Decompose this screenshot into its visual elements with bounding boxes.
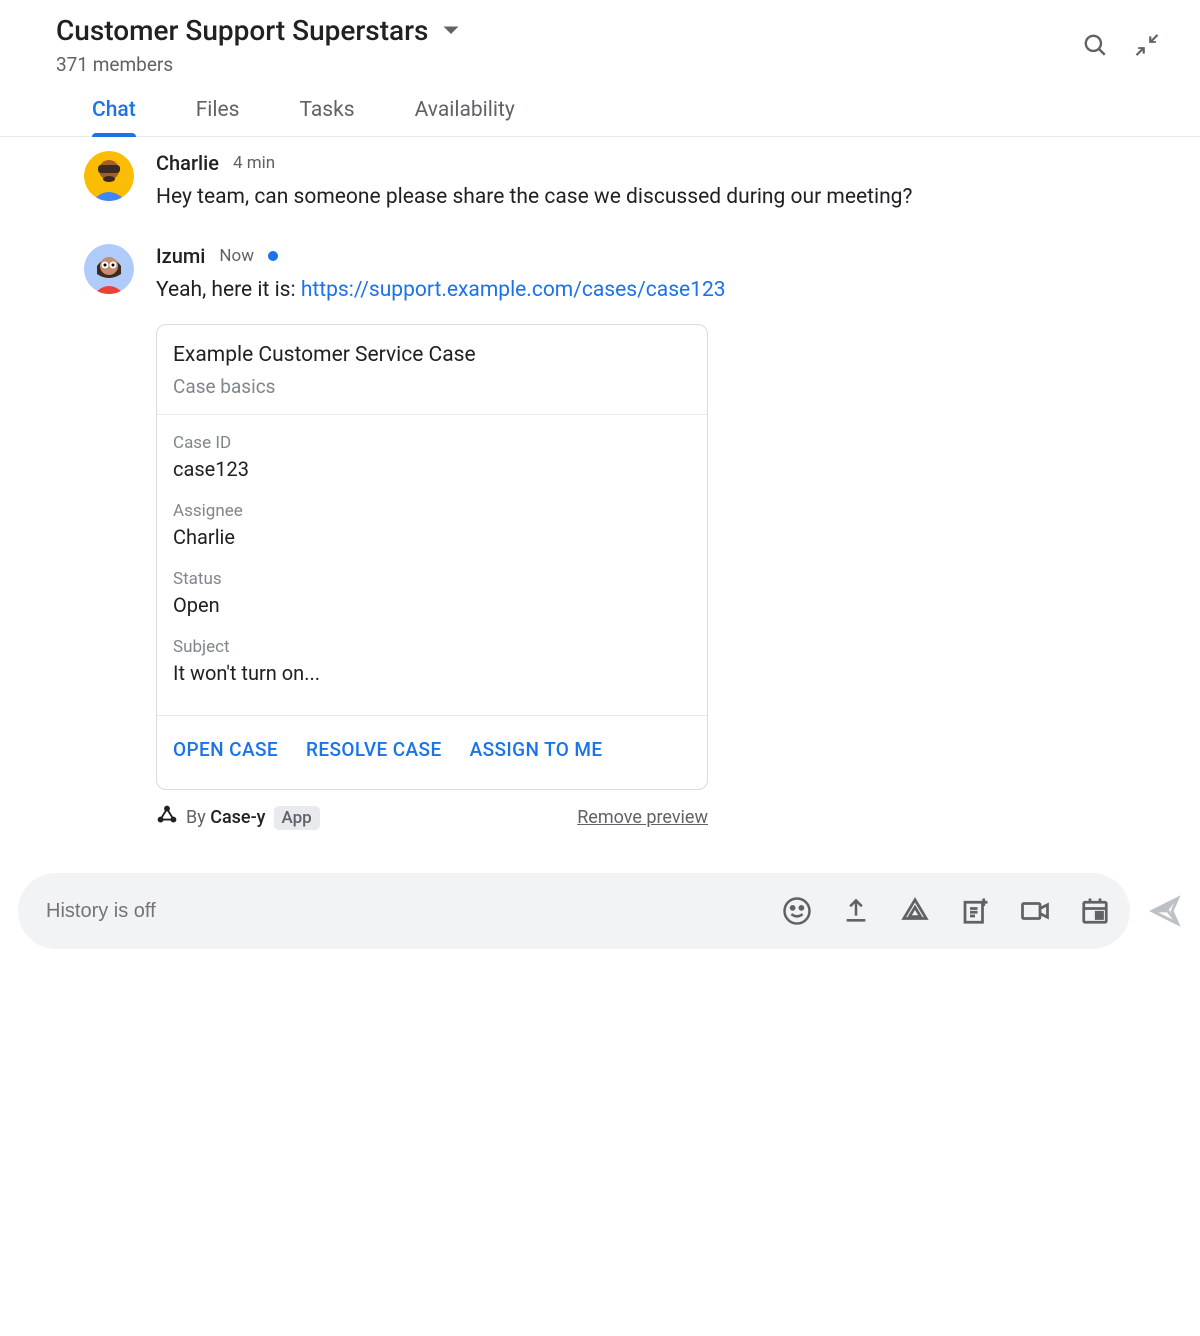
field-value: case123	[173, 457, 691, 481]
webhook-icon	[156, 804, 178, 831]
preview-by-text: By Case-y	[186, 807, 266, 828]
card-field: Assignee Charlie	[173, 501, 691, 549]
tab-chat[interactable]: Chat	[92, 98, 136, 136]
tab-availability[interactable]: Availability	[415, 98, 515, 136]
tab-files[interactable]: Files	[196, 98, 240, 136]
field-value: Charlie	[173, 525, 691, 549]
card-subtitle: Case basics	[173, 375, 691, 398]
message-time: 4 min	[233, 153, 275, 173]
collapse-icon[interactable]	[1134, 32, 1160, 58]
card-title: Example Customer Service Case	[173, 343, 691, 367]
open-case-button[interactable]: OPEN CASE	[173, 738, 278, 761]
message: Izumi Now Yeah, here it is: https://supp…	[84, 244, 1144, 832]
message-input[interactable]	[46, 900, 772, 923]
message-time: Now	[219, 246, 254, 266]
message-text: Hey team, can someone please share the c…	[156, 181, 1144, 214]
message-list: Charlie 4 min Hey team, can someone plea…	[0, 137, 1200, 831]
preview-card: Example Customer Service Case Case basic…	[156, 324, 708, 790]
drive-icon[interactable]	[900, 896, 930, 926]
message-text: Yeah, here it is: https://support.exampl…	[156, 274, 1144, 307]
message-author: Izumi	[156, 244, 205, 268]
send-button[interactable]	[1148, 894, 1182, 928]
field-value: It won't turn on...	[173, 661, 691, 685]
tab-tasks[interactable]: Tasks	[300, 98, 355, 136]
field-label: Assignee	[173, 501, 691, 521]
app-badge: App	[274, 806, 320, 830]
tabs: Chat Files Tasks Availability	[0, 76, 1200, 137]
remove-preview-link[interactable]: Remove preview	[577, 807, 708, 828]
chevron-down-icon[interactable]	[442, 25, 460, 37]
card-field: Subject It won't turn on...	[173, 637, 691, 685]
space-title: Customer Support Superstars	[56, 14, 428, 47]
message-author: Charlie	[156, 151, 219, 175]
field-label: Status	[173, 569, 691, 589]
upload-icon[interactable]	[842, 897, 870, 925]
preview-footer: By Case-y App Remove preview	[156, 804, 708, 831]
field-label: Subject	[173, 637, 691, 657]
calendar-icon[interactable]	[1080, 896, 1110, 926]
resolve-case-button[interactable]: RESOLVE CASE	[306, 738, 442, 761]
member-count: 371 members	[56, 53, 460, 76]
composer	[18, 873, 1130, 949]
emoji-icon[interactable]	[782, 896, 812, 926]
video-icon[interactable]	[1020, 896, 1050, 926]
search-icon[interactable]	[1082, 32, 1108, 58]
avatar[interactable]	[84, 244, 134, 294]
card-field: Case ID case123	[173, 433, 691, 481]
composer-area	[0, 861, 1200, 979]
message-text-prefix: Yeah, here it is:	[156, 278, 301, 302]
status-dot-icon	[268, 251, 278, 261]
field-value: Open	[173, 593, 691, 617]
assign-to-me-button[interactable]: ASSIGN TO ME	[470, 738, 603, 761]
field-label: Case ID	[173, 433, 691, 453]
card-field: Status Open	[173, 569, 691, 617]
message-link[interactable]: https://support.example.com/cases/case12…	[301, 278, 726, 302]
avatar[interactable]	[84, 151, 134, 201]
message: Charlie 4 min Hey team, can someone plea…	[84, 151, 1144, 214]
create-doc-icon[interactable]	[960, 896, 990, 926]
header: Customer Support Superstars 371 members	[0, 0, 1200, 76]
